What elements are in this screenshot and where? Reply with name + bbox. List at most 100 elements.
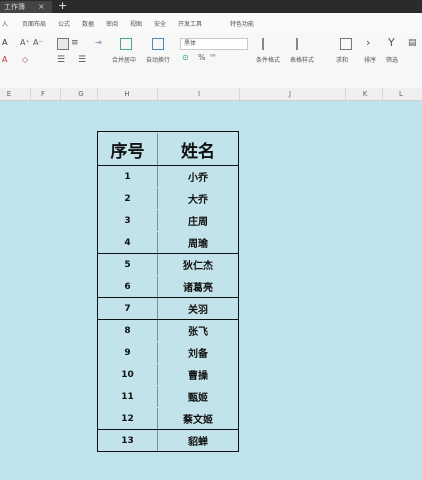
menu-item-special[interactable]: 特色功能: [230, 19, 254, 28]
table-row: 10 曹操: [98, 363, 238, 385]
table-row: 4 周瑜: [98, 231, 238, 253]
number-cell[interactable]: 13: [98, 430, 157, 451]
fill-color-icon[interactable]: ◇: [22, 55, 28, 64]
name-cell[interactable]: 诸葛亮: [158, 276, 238, 297]
chevron-icon[interactable]: ›: [366, 36, 370, 49]
column-divider: [239, 88, 240, 100]
column-divider: [345, 88, 346, 100]
bold-icon[interactable]: A: [2, 38, 7, 47]
column-header-e[interactable]: E: [2, 88, 16, 100]
header-cell-name[interactable]: 姓名: [158, 133, 238, 165]
menu-item-data[interactable]: 数据: [82, 19, 94, 28]
merge-center-button[interactable]: 合并居中: [112, 55, 136, 64]
name-cell[interactable]: 张飞: [158, 320, 238, 341]
column-header-k[interactable]: K: [358, 88, 372, 100]
menu-item-page-layout[interactable]: 页面布局: [22, 19, 46, 28]
new-tab-button[interactable]: +: [58, 0, 67, 12]
sort-button[interactable]: 排序: [364, 55, 376, 64]
number-cell[interactable]: 7: [98, 298, 157, 319]
number-cell[interactable]: 12: [98, 408, 157, 429]
indent-icon[interactable]: ⇥: [95, 38, 102, 47]
table-row: 7 关羽: [98, 297, 238, 319]
sum-icon[interactable]: [340, 38, 352, 50]
filter-icon[interactable]: Y: [388, 36, 395, 49]
name-cell[interactable]: 刘备: [158, 342, 238, 363]
font-size-down-icon[interactable]: A⁻: [33, 38, 43, 47]
name-cell[interactable]: 周瑜: [158, 232, 238, 253]
name-cell[interactable]: 甄姬: [158, 386, 238, 407]
decimal-icon[interactable]: ⁰⁰: [210, 53, 216, 61]
column-header-j[interactable]: J: [283, 88, 297, 100]
table-row: 2 大乔: [98, 187, 238, 209]
table-row: 9 刘备: [98, 341, 238, 363]
menu-bar: 入 页面布局 公式 数据 审阅 视图 安全 开发工具 特色功能: [0, 13, 422, 34]
number-cell[interactable]: 11: [98, 386, 157, 407]
table-row: 3 庄周: [98, 209, 238, 231]
workbook-tab[interactable]: 工作簿 ×: [0, 1, 52, 13]
column-header-h[interactable]: H: [120, 88, 134, 100]
number-cell[interactable]: 1: [98, 166, 157, 187]
wrap-text-button[interactable]: 自动换行: [146, 55, 170, 64]
menu-item-security[interactable]: 安全: [154, 19, 166, 28]
number-cell[interactable]: 2: [98, 188, 157, 209]
name-cell[interactable]: 庄周: [158, 210, 238, 231]
column-header-f[interactable]: F: [36, 88, 50, 100]
number-cell[interactable]: 8: [98, 320, 157, 341]
number-cell[interactable]: 9: [98, 342, 157, 363]
wrap-text-icon[interactable]: [152, 38, 164, 50]
filter-button[interactable]: 筛选: [386, 55, 398, 64]
menu-item-formulas[interactable]: 公式: [58, 19, 70, 28]
table-row: 5 狄仁杰: [98, 253, 238, 275]
menu-item-view[interactable]: 视图: [130, 19, 142, 28]
name-cell[interactable]: 关羽: [158, 298, 238, 319]
table-row: 1 小乔: [98, 165, 238, 187]
number-cell[interactable]: 4: [98, 232, 157, 253]
font-name-select[interactable]: 黑体: [180, 38, 248, 50]
currency-icon[interactable]: ⊙: [182, 53, 189, 62]
close-icon[interactable]: ×: [38, 1, 45, 13]
table-row: 12 蔡文姬: [98, 407, 238, 429]
merge-cells-icon[interactable]: [120, 38, 132, 50]
table-row: 6 诸葛亮: [98, 275, 238, 297]
column-header-i[interactable]: I: [192, 88, 206, 100]
find-icon[interactable]: ▤: [408, 38, 417, 48]
menu-item-developer[interactable]: 开发工具: [178, 19, 202, 28]
table-style-button[interactable]: 表格样式: [290, 55, 314, 64]
font-color-icon[interactable]: A: [2, 55, 7, 64]
number-cell[interactable]: 6: [98, 276, 157, 297]
number-cell[interactable]: 10: [98, 364, 157, 385]
name-cell[interactable]: 狄仁杰: [158, 254, 238, 275]
header-cell-number[interactable]: 序号: [98, 133, 157, 165]
name-cell[interactable]: 貂蝉: [158, 430, 238, 451]
align-right-icon[interactable]: ☰: [78, 55, 86, 65]
align-middle-icon[interactable]: ≡: [71, 38, 79, 48]
table-style-icon[interactable]: [296, 38, 308, 50]
column-header-row: E F G H I J K L: [0, 88, 422, 101]
table-header-row: 序号 姓名: [98, 132, 238, 165]
align-top-icon[interactable]: [57, 38, 69, 50]
font-size-up-icon[interactable]: A⁺: [20, 38, 30, 47]
name-cell[interactable]: 小乔: [158, 166, 238, 187]
column-divider: [30, 88, 31, 100]
conditional-format-icon[interactable]: [262, 38, 274, 50]
column-divider: [60, 88, 61, 100]
number-cell[interactable]: 3: [98, 210, 157, 231]
name-cell[interactable]: 大乔: [158, 188, 238, 209]
ribbon-toolbar: A A⁺ A⁻ ≡ ⇥ A ◇ ☰ ☰ 合并居中 自动换行 黑体 ⊙ % ⁰⁰ …: [0, 33, 422, 89]
menu-item-review[interactable]: 审阅: [106, 19, 118, 28]
name-cell[interactable]: 曹操: [158, 364, 238, 385]
table-row: 13 貂蝉: [98, 429, 238, 451]
number-cell[interactable]: 5: [98, 254, 157, 275]
name-cell[interactable]: 蔡文姬: [158, 408, 238, 429]
table-row: 8 张飞: [98, 319, 238, 341]
column-divider: [382, 88, 383, 100]
column-header-l[interactable]: L: [394, 88, 408, 100]
percent-button[interactable]: %: [198, 53, 206, 62]
column-divider: [97, 88, 98, 100]
column-divider: [157, 88, 158, 100]
align-left-icon[interactable]: ☰: [57, 55, 65, 65]
sum-button[interactable]: 求和: [336, 55, 348, 64]
column-header-g[interactable]: G: [74, 88, 88, 100]
conditional-format-button[interactable]: 条件格式: [256, 55, 280, 64]
menu-item-insert[interactable]: 入: [2, 19, 8, 28]
